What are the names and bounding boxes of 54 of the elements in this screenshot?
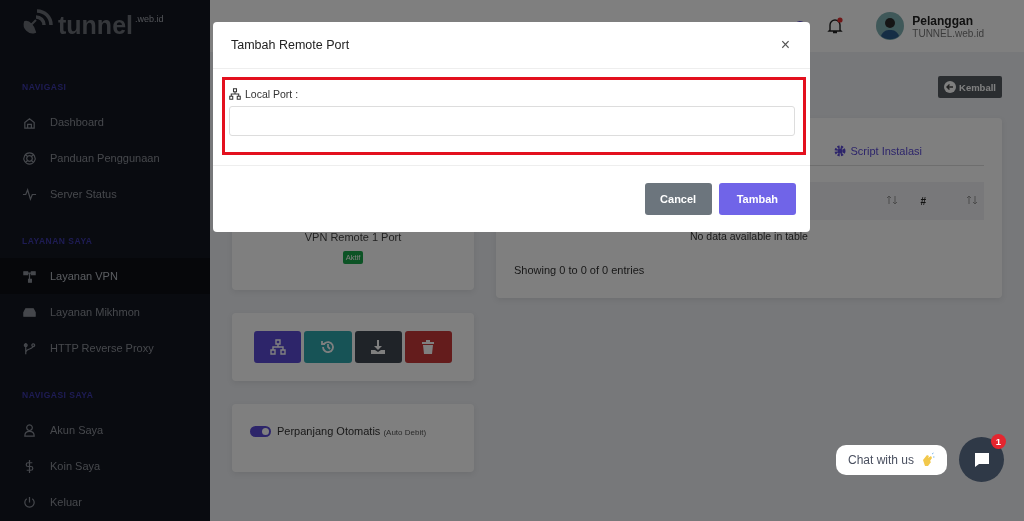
empty-table-message: No data available in table bbox=[689, 229, 809, 244]
sidebar-item[interactable]: Keluar bbox=[0, 484, 210, 520]
sort-icon[interactable] bbox=[966, 195, 978, 207]
table-info: Showing 0 to 0 of 0 entries bbox=[514, 264, 646, 276]
network-icon bbox=[269, 339, 286, 355]
user-domain: TUNNEL.web.id bbox=[912, 27, 984, 39]
power-icon bbox=[22, 494, 37, 510]
chat-button[interactable] bbox=[959, 437, 1004, 482]
avatar-icon[interactable] bbox=[876, 12, 905, 40]
sidebar-item[interactable]: Dashboard bbox=[0, 104, 210, 140]
close-button[interactable]: × bbox=[778, 37, 792, 53]
section-heading: NAVIGASI SAYA bbox=[21, 389, 95, 402]
lifebuoy-icon bbox=[22, 150, 37, 166]
sidebar-item[interactable]: Layanan VPN bbox=[0, 258, 210, 294]
network-button[interactable] bbox=[254, 331, 302, 363]
sidebar-item[interactable]: Akun Saya bbox=[0, 412, 210, 448]
back-arrow-icon bbox=[944, 81, 957, 93]
notification-badge: 1 bbox=[991, 434, 1006, 449]
section-heading: LAYANAN SAYA bbox=[21, 235, 94, 248]
history-button[interactable] bbox=[304, 331, 352, 363]
auto-renew-label: Perpanjang Otomatis (Auto Debit) bbox=[277, 425, 427, 437]
section-heading: NAVIGASI bbox=[21, 81, 68, 94]
notification-bell-icon[interactable] bbox=[826, 17, 845, 35]
chat-prompt[interactable]: Chat with us bbox=[835, 444, 947, 475]
cancel-button[interactable]: Cancel bbox=[644, 183, 712, 215]
field-label: Local Port : bbox=[245, 88, 299, 100]
network-icon bbox=[22, 268, 37, 284]
local-port-field[interactable] bbox=[229, 106, 795, 136]
download-button[interactable] bbox=[354, 331, 402, 363]
sidebar-item[interactable]: Panduan Penggunaan bbox=[0, 140, 210, 176]
network-icon bbox=[229, 88, 241, 100]
user-name: Pelanggan bbox=[912, 13, 974, 28]
sidebar-item[interactable]: Layanan Mikhmon bbox=[0, 294, 210, 330]
add-button[interactable]: Tambah bbox=[718, 183, 796, 215]
sidebar-item[interactable]: HTTP Reverse Proxy bbox=[0, 330, 210, 366]
gear-icon bbox=[834, 145, 847, 157]
delete-button[interactable] bbox=[404, 331, 452, 363]
auto-renew-toggle[interactable] bbox=[250, 425, 271, 437]
column-header[interactable]: # bbox=[920, 195, 926, 207]
pulse-icon bbox=[22, 186, 37, 202]
modal-title: Tambah Remote Port bbox=[231, 38, 350, 52]
script-tab[interactable]: Script Instalasi bbox=[834, 145, 922, 165]
user-icon bbox=[22, 422, 37, 438]
trash-icon bbox=[420, 339, 437, 355]
sidebar-item[interactable]: Server Status bbox=[0, 176, 210, 212]
sidebar-item[interactable]: Koin Saya bbox=[0, 448, 210, 484]
back-button[interactable]: Kemball bbox=[938, 76, 1002, 98]
branch-icon bbox=[22, 340, 37, 356]
brand-suffix: .web.id bbox=[135, 14, 164, 24]
download-icon bbox=[370, 339, 387, 355]
service-name: VPN Remote 1 Port bbox=[304, 231, 402, 243]
history-icon bbox=[319, 339, 336, 355]
sort-icon[interactable] bbox=[886, 195, 899, 207]
chat-bubble-icon bbox=[972, 450, 991, 469]
